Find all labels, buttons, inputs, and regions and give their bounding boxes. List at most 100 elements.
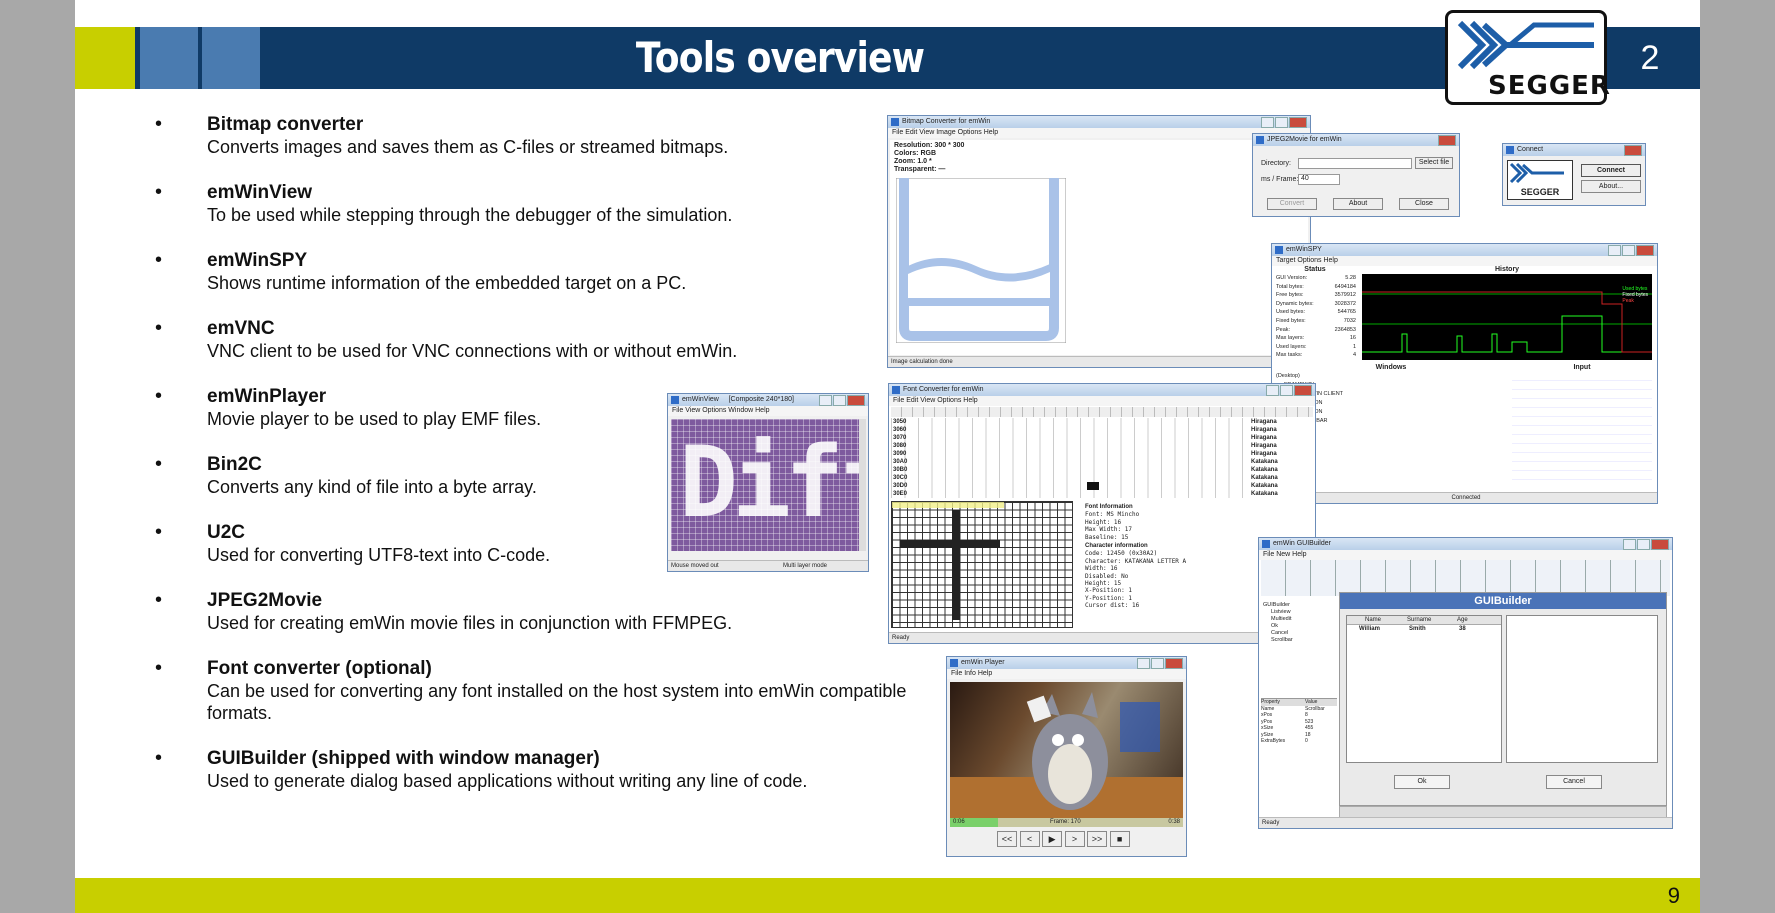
item-title: emVNC [207,318,275,339]
listview-row[interactable]: William Smith 38 [1347,625,1501,634]
select-file-button[interactable]: Select file [1415,157,1453,169]
about-button[interactable]: About [1333,198,1383,210]
close-icon[interactable] [1624,145,1642,156]
maximize-icon[interactable] [1151,658,1164,669]
minimize-icon[interactable] [1266,385,1279,396]
image-area: Resolution: 300 * 300 Colors: RGB Zoom: … [890,140,1308,355]
image-info: Resolution: 300 * 300 Colors: RGB Zoom: … [894,142,964,174]
widget-tree: GUIBuilder Listview Multiedit Ok Cancel … [1263,602,1335,644]
maximize-icon[interactable] [1280,385,1293,396]
menu-bar[interactable]: File Edit View Image Options Help [888,128,1310,138]
item-desc: To be used while stepping through the de… [207,205,733,225]
item-desc: Shows runtime information of the embedde… [207,273,687,293]
close-button[interactable]: Close [1399,198,1449,210]
item-title: Font converter (optional) [207,658,432,679]
minimize-icon[interactable] [1261,117,1274,128]
tree-item[interactable]: Multiedit [1263,616,1335,623]
maximize-icon[interactable] [1637,539,1650,550]
maximize-icon[interactable] [1275,117,1288,128]
list-item: • JPEG2Movie Used for creating emWin movie… [155,589,975,657]
maximize-icon[interactable] [1622,245,1635,256]
play-button[interactable]: ▶ [1042,831,1063,847]
close-icon[interactable] [1165,658,1183,669]
bullet: • [155,181,163,203]
close-icon[interactable] [1651,539,1669,550]
tree-item[interactable]: Scrollbar [1263,637,1335,644]
window-controls [1136,658,1183,671]
widget-palette[interactable] [1261,560,1670,596]
status-row: Total bytes: 6494184 [1276,283,1356,290]
page-number: 9 [1667,883,1680,908]
list-item[interactable]: (Desktop) [1276,372,1506,381]
step-forward-button[interactable]: > [1064,831,1085,847]
toolbar[interactable] [891,407,1313,417]
info-line: Colors: RGB [894,150,936,157]
header-accent-square-blue-1 [140,27,198,89]
ok-button[interactable]: Ok [1394,775,1450,789]
list-item: • emVNC VNC client to be used for VNC conn… [155,317,975,385]
window-titlebar[interactable]: emWinSPY [1272,244,1657,256]
status-row: Peak: 2364853 [1276,326,1356,333]
close-icon[interactable] [1294,385,1312,396]
connect-button[interactable]: Connect [1581,164,1641,177]
close-icon[interactable] [1438,135,1456,146]
property-table: Property Value Name Scrollbar xPos 8 yPos 52… [1261,698,1337,745]
tree-item[interactable]: GUIBuilder [1263,602,1335,609]
rewind-button[interactable]: << [997,831,1017,847]
dialog-title: GUIBuilder [1340,593,1666,609]
item-title: JPEG2Movie [207,590,323,611]
list-item: • GUIBuilder (shipped with window manager… [155,747,975,815]
minimize-icon[interactable] [819,395,832,406]
listview[interactable]: Name Surname Age William Smith 38 [1346,615,1502,763]
maximize-icon[interactable] [833,395,846,406]
history-plot [1362,291,1652,353]
item-title: emWinView [207,182,313,203]
video-frame [950,682,1183,818]
slide-title: Tools overview [635,33,925,82]
selected-glyph[interactable] [1087,482,1099,490]
close-icon[interactable] [1636,245,1654,256]
menu-bar[interactable]: File Edit View Options Help [889,396,1315,406]
close-icon[interactable] [1289,117,1307,128]
glyph-editor[interactable] [891,501,1073,628]
cancel-button[interactable]: Cancel [1546,775,1602,789]
glyph-grid: 3050 3060 3070 3080 3090 30A0 30B0 30C0 30D0 30E0… [891,418,1301,498]
list-item: • Bitmap converter Converts images and sav… [155,113,975,181]
menu-bar[interactable]: Target Options Help [1272,256,1657,266]
close-icon[interactable] [847,395,865,406]
window-titlebar[interactable]: Font Converter for emWin [889,384,1315,396]
window-titlebar[interactable]: JPEG2Movie for emWin [1253,134,1459,146]
stop-button[interactable]: ■ [1109,831,1130,847]
vertical-scrollbar[interactable] [859,419,866,551]
info-line: Transparent: — [894,166,946,173]
fast-forward-button[interactable]: >> [1087,831,1108,847]
window-titlebar[interactable]: emWin GUIBuilder [1259,538,1672,550]
multiedit[interactable] [1506,615,1658,763]
about-button[interactable]: About... [1581,180,1641,193]
minimize-icon[interactable] [1137,658,1150,669]
status-row: Dynamic bytes: 3028372 [1276,300,1356,307]
item-desc: Converts images and saves them as C-file… [207,137,729,157]
item-title: GUIBuilder (shipped with window manager) [207,748,600,769]
font-converter-window: Font Converter for emWin File Edit View … [888,383,1316,644]
property-row[interactable]: ExtraBytes 0 [1261,738,1337,745]
progress-bar[interactable]: 0:06 Frame: 170 0:38 [950,818,1183,827]
minimize-icon[interactable] [1608,245,1621,256]
tree-item[interactable]: Cancel [1263,630,1335,637]
minimize-icon[interactable] [1623,539,1636,550]
input-log [1512,372,1652,484]
windows-header: Windows [1375,364,1407,371]
dialog-canvas: GUIBuilder Name Surname Age William Smith 38… [1339,592,1667,806]
emwinview-window: emWinView [Composite 240*180] File View … [667,393,869,572]
frame-input[interactable]: 40 [1298,174,1340,185]
step-back-button[interactable]: < [1019,831,1040,847]
slide: Tools overview SEGGER 2 • Bitmap converte… [75,0,1700,913]
directory-input[interactable] [1298,158,1412,169]
tree-item[interactable]: Listview [1263,609,1335,616]
transport-controls: << < ▶ > >> ■ [997,831,1130,847]
tree-item[interactable]: Ok [1263,623,1335,630]
status-row: Free bytes: 3579912 [1276,292,1356,299]
convert-button[interactable]: Convert [1267,198,1317,210]
window-titlebar[interactable]: Bitmap Converter for emWin [888,116,1310,128]
menu-bar[interactable]: File New Help [1259,550,1672,560]
